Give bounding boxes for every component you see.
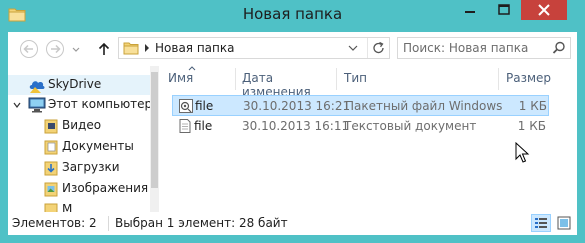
column-header-label: Имя — [168, 71, 194, 85]
batch-file-icon — [179, 99, 193, 113]
tree-item-label: SkyDrive — [48, 77, 102, 91]
mouse-cursor-icon — [515, 142, 530, 163]
column-header-label: Размер — [506, 71, 552, 85]
tree-item-label: Видео — [62, 118, 102, 132]
text-file-icon — [179, 119, 191, 133]
tree-item-video[interactable]: Видео — [8, 116, 150, 136]
column-header-type[interactable]: Тип — [337, 66, 497, 90]
documents-folder-icon — [44, 140, 58, 155]
details-view-icon — [535, 218, 547, 228]
vertical-scrollbar[interactable] — [150, 66, 159, 212]
arrow-right-icon[interactable] — [45, 39, 65, 59]
downloads-folder-icon — [44, 161, 58, 176]
chevron-down-icon[interactable] — [70, 39, 82, 59]
explorer-client: Новая папка Поиск: Новая папка SkyDrive … — [8, 32, 577, 235]
large-icons-view-button[interactable] — [555, 214, 573, 232]
column-header-name[interactable]: Имя — [160, 66, 234, 90]
chevron-right-icon[interactable] — [143, 43, 151, 53]
tree-item-this-pc[interactable]: Этот компьютер — [8, 95, 150, 115]
file-date: 30.10.2013 16:11 — [242, 119, 350, 133]
search-box[interactable] — [397, 37, 571, 59]
skydrive-icon — [29, 81, 45, 93]
column-header-size[interactable]: Размер — [499, 66, 577, 90]
item-count: Элементов: 2 — [12, 216, 97, 230]
file-size: 1 КБ — [517, 119, 546, 133]
arrow-left-icon[interactable] — [19, 39, 39, 59]
explorer-window: Новая папка Новая папка Поиск: Новая пап… — [0, 0, 585, 243]
video-folder-icon — [44, 119, 58, 134]
file-size: 1 КБ — [518, 99, 547, 113]
scrollbar-thumb[interactable] — [151, 72, 158, 188]
file-type: Пакетный файл Windows — [345, 99, 503, 113]
chevron-down-icon[interactable] — [13, 101, 21, 109]
minimize-button[interactable] — [453, 0, 487, 20]
tree-item-label: Изображения — [62, 181, 149, 195]
tree-item-label: Этот компьютер — [48, 97, 150, 111]
search-input[interactable] — [398, 38, 553, 58]
computer-icon — [28, 97, 46, 113]
chevron-down-icon[interactable] — [343, 38, 363, 58]
tree-item-label: Загрузки — [62, 160, 120, 174]
tree-item-music[interactable]: М — [8, 200, 150, 212]
column-header-date[interactable]: Дата изменения — [236, 66, 335, 99]
maximize-button[interactable] — [487, 0, 521, 20]
file-date: 30.10.2013 16:21 — [243, 99, 351, 113]
music-folder-icon — [44, 203, 58, 212]
minimize-icon — [465, 11, 475, 13]
file-type: Текстовый документ — [344, 119, 477, 133]
details-view-button[interactable] — [531, 214, 551, 232]
address-path[interactable]: Новая папка — [155, 41, 234, 55]
column-header-label: Тип — [344, 71, 367, 85]
tree-item-downloads[interactable]: Загрузки — [8, 158, 150, 178]
refresh-icon[interactable] — [367, 38, 390, 58]
tree-item-label: Документы — [62, 139, 134, 153]
maximize-icon — [498, 4, 510, 15]
tree-item-skydrive[interactable]: SkyDrive — [8, 75, 150, 95]
navigation-bar: Новая папка — [8, 32, 577, 66]
selection-info: Выбран 1 элемент: 28 байт — [115, 216, 288, 230]
address-bar[interactable]: Новая папка — [118, 37, 390, 59]
arrow-up-icon[interactable] — [96, 39, 112, 59]
close-icon — [538, 4, 550, 16]
file-list: Имя Дата изменения Тип Размер file 30.10… — [160, 66, 577, 212]
file-name: file — [195, 99, 214, 113]
file-row[interactable]: file 30.10.2013 16:11 Текстовый документ… — [172, 116, 549, 137]
navigation-pane: SkyDrive Этот компьютер Видео Документы … — [8, 66, 150, 212]
title-bar[interactable]: Новая папка — [0, 0, 585, 32]
pictures-folder-icon — [44, 182, 58, 197]
large-icons-view-icon — [557, 216, 571, 230]
status-bar: Элементов: 2 Выбран 1 элемент: 28 байт — [8, 212, 577, 235]
folder-icon — [123, 42, 139, 55]
tree-item-label: М — [62, 202, 73, 212]
file-row[interactable]: file 30.10.2013 16:21 Пакетный файл Wind… — [172, 95, 549, 116]
status-divider — [108, 216, 109, 231]
file-name: file — [194, 119, 213, 133]
tree-item-documents[interactable]: Документы — [8, 137, 150, 157]
close-button[interactable] — [521, 0, 567, 20]
search-icon[interactable] — [552, 41, 566, 55]
tree-item-pictures[interactable]: Изображения — [8, 179, 150, 199]
